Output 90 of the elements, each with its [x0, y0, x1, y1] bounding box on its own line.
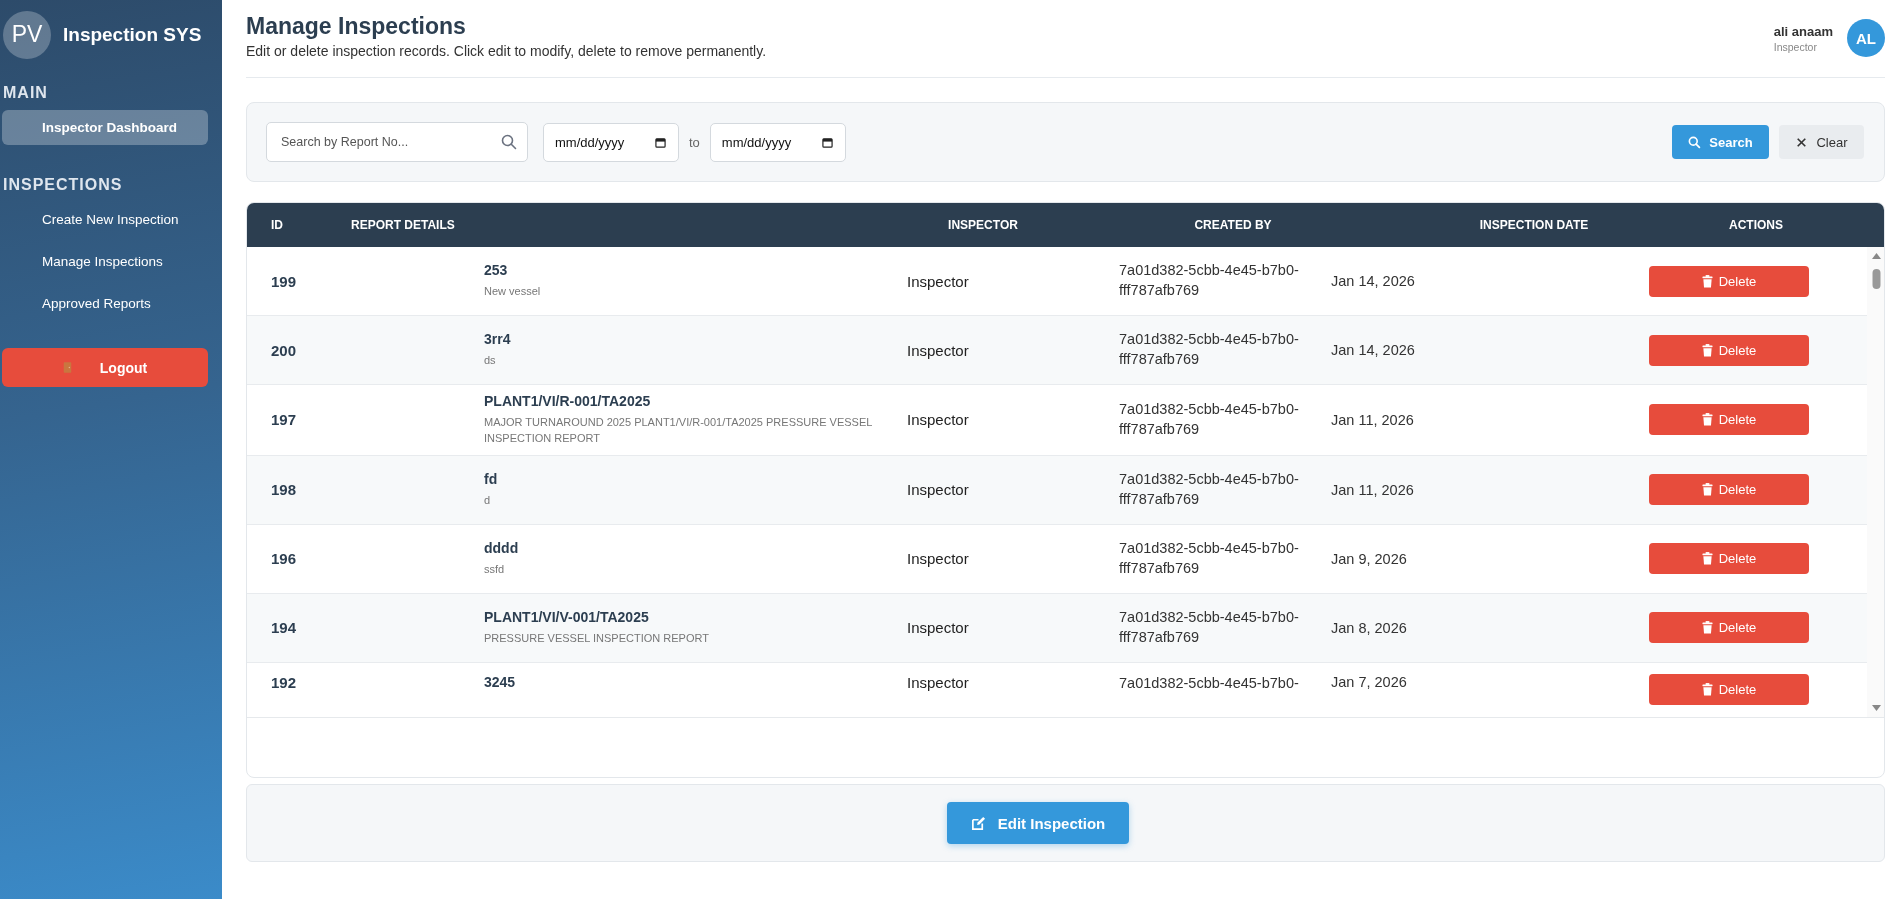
inspector-cell-text: Inspector	[907, 411, 970, 429]
page-title: Manage Inspections	[246, 13, 467, 40]
user-avatar[interactable]: AL	[1847, 19, 1885, 57]
sidebar-item[interactable]: Manage Inspections	[2, 244, 208, 279]
created-by-cell-text: 7a01d382-5cbb-4e45-b7b0-fff787afb769	[1119, 400, 1300, 439]
sidebar-item[interactable]: Approved Reports	[2, 286, 208, 321]
id-cell-text: 198	[271, 481, 298, 499]
trash-icon	[1701, 552, 1713, 566]
search-icon	[501, 134, 517, 150]
logout-button[interactable]: Logout	[2, 348, 208, 387]
created-by-cell-text: 7a01d382-5cbb-4e45-b7b0-fff787afb769	[1119, 539, 1300, 578]
report-description: ssfd	[484, 561, 506, 577]
date-cell-text: Jan 14, 2026	[1331, 342, 1416, 358]
search-icon	[1688, 135, 1702, 149]
user-name: ali anaam	[1773, 23, 1833, 39]
created-by-cell-text: 7a01d382-5cbb-4e45-b7b0-	[1119, 673, 1300, 693]
date-cell-text: Jan 7, 2026	[1331, 673, 1408, 690]
id-cell-text: 196	[271, 550, 298, 568]
sidebar-item[interactable]: Create New Inspection	[2, 202, 208, 237]
date-cell-text: Jan 8, 2026	[1331, 619, 1408, 636]
report-number: fd	[484, 470, 499, 487]
date-cell-text: Jan 14, 2026	[1331, 273, 1416, 289]
delete-button[interactable]: Delete	[1649, 404, 1809, 436]
date-field[interactable]: mm/dd/yyyy	[709, 122, 846, 162]
column-header: INSPECTOR	[947, 218, 1019, 232]
id-cell-text: 199	[271, 272, 298, 290]
delete-button[interactable]: Delete	[1649, 673, 1809, 705]
report-number: 3245	[484, 673, 517, 690]
delete-button[interactable]: Delete	[1649, 543, 1809, 575]
id-cell-text: 192	[271, 673, 298, 691]
edit-button[interactable]: Edit Inspection	[947, 802, 1129, 844]
page-subtitle: Edit or delete inspection records. Click edit to modify, delete to remove permanently.	[246, 43, 767, 59]
delete-button[interactable]: Delete	[1649, 334, 1809, 366]
close-icon	[1795, 135, 1809, 149]
trash-icon	[1701, 483, 1713, 497]
edit-icon	[970, 815, 986, 831]
search-field[interactable]: Search by Report No...	[266, 122, 528, 162]
date-field[interactable]: mm/dd/yyyy	[543, 122, 679, 162]
delete-button[interactable]: Delete	[1649, 474, 1809, 506]
column-header: REPORT DETAILS	[351, 218, 456, 232]
report-description: d	[484, 492, 492, 508]
report-description: New vessel	[484, 284, 542, 300]
inspector-cell-text: Inspector	[907, 481, 970, 499]
trash-icon	[1701, 413, 1713, 427]
inspector-cell-text: Inspector	[907, 550, 970, 568]
created-by-cell-text: 7a01d382-5cbb-4e45-b7b0-fff787afb769	[1119, 330, 1300, 369]
column-header: INSPECTION DATE	[1478, 218, 1590, 232]
range-separator: to	[689, 134, 700, 150]
report-number: PLANT1/VI/R-001/TA2025	[484, 393, 652, 409]
report-description: MAJOR TURNAROUND 2025 PLANT1/VI/R-001/TA2025 PRESSURE VESSEL INSPECTION REPORT	[484, 415, 873, 446]
logo-badge: PV	[3, 10, 51, 59]
calendar-icon	[821, 136, 833, 148]
inspector-cell-text: Inspector	[907, 673, 970, 691]
created-by-cell-text: 7a01d382-5cbb-4e45-b7b0-fff787afb769	[1119, 470, 1300, 509]
report-number: PLANT1/VI/V-001/TA2025	[484, 608, 650, 625]
report-number: 253	[484, 262, 509, 279]
created-by-cell-text: 7a01d382-5cbb-4e45-b7b0-fff787afb769	[1119, 261, 1300, 300]
sidebar-item[interactable]: Inspector Dashboard	[2, 110, 208, 145]
date-cell-text: Jan 11, 2026	[1331, 411, 1415, 428]
date-cell-text: Jan 11, 2026	[1331, 481, 1415, 498]
search-button[interactable]: Search	[1672, 125, 1769, 159]
column-header: ID	[271, 218, 284, 232]
trash-icon	[1701, 682, 1713, 696]
column-header: CREATED BY	[1193, 218, 1273, 232]
column-header: ACTIONS	[1728, 218, 1784, 232]
scrollbar[interactable]	[1867, 247, 1884, 717]
inspector-cell-text: Inspector	[907, 619, 970, 637]
id-cell-text: 197	[271, 411, 298, 429]
report-number: 3rr4	[484, 331, 512, 348]
inspector-cell-text: Inspector	[907, 272, 970, 290]
section-heading: MAIN	[3, 84, 49, 102]
trash-icon	[1701, 274, 1713, 288]
date-cell-text: Jan 9, 2026	[1331, 550, 1408, 567]
delete-button[interactable]: Delete	[1649, 265, 1809, 297]
created-by-cell-text: 7a01d382-5cbb-4e45-b7b0-fff787afb769	[1119, 608, 1300, 647]
id-cell-text: 200	[271, 341, 298, 359]
report-description: ds	[484, 353, 497, 369]
door-icon	[62, 361, 72, 374]
inspector-cell-text: Inspector	[907, 341, 970, 359]
id-cell-text: 194	[271, 619, 298, 637]
trash-icon	[1701, 621, 1713, 635]
report-description: PRESSURE VESSEL INSPECTION REPORT	[484, 630, 710, 646]
delete-button[interactable]: Delete	[1649, 612, 1809, 644]
user-role: Inspector	[1773, 40, 1818, 53]
clear-button[interactable]: Clear	[1779, 125, 1864, 159]
calendar-icon	[655, 136, 666, 148]
report-number: dddd	[484, 539, 520, 556]
section-heading: INSPECTIONS	[3, 176, 124, 194]
trash-icon	[1701, 343, 1713, 357]
app-name: Inspection SYS	[63, 23, 202, 46]
